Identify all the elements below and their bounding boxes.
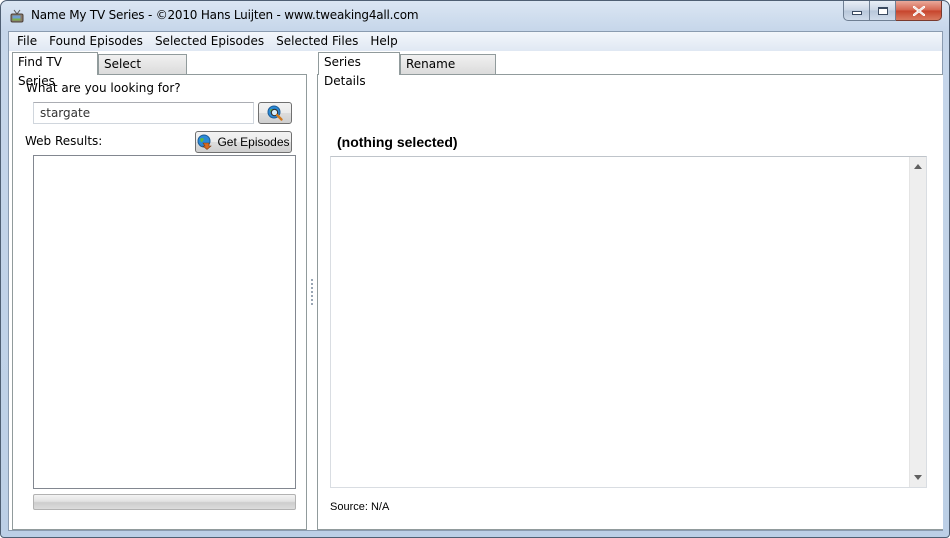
menu-help[interactable]: Help <box>364 32 403 51</box>
web-results-list[interactable] <box>33 155 296 489</box>
source-label: Source: N/A <box>330 501 390 513</box>
web-results-label: Web Results: <box>25 134 103 148</box>
tab-find-tv-series[interactable]: Find TV Series <box>12 52 98 88</box>
panel-splitter[interactable] <box>309 74 315 530</box>
get-episodes-label: Get Episodes <box>217 135 290 149</box>
caption-buttons <box>843 1 942 21</box>
vertical-scrollbar[interactable] <box>909 157 926 487</box>
series-details-textbox[interactable] <box>330 156 927 488</box>
minimize-button[interactable] <box>843 1 870 21</box>
globe-search-icon <box>267 105 283 121</box>
minimize-icon <box>851 11 862 15</box>
menu-file[interactable]: File <box>11 32 43 51</box>
series-heading: (nothing selected) <box>337 134 458 150</box>
tab-series-details[interactable]: Series Details <box>318 52 400 88</box>
search-progress-bar <box>33 494 296 510</box>
menu-bar: File Found Episodes Selected Episodes Se… <box>9 32 942 51</box>
maximize-button[interactable] <box>870 1 896 21</box>
client-area: File Found Episodes Selected Episodes Se… <box>8 31 943 531</box>
app-window: Name My TV Series - ©2010 Hans Luijten -… <box>0 0 950 538</box>
series-details-panel: (nothing selected) Source: N/A <box>317 74 943 530</box>
menu-found-episodes[interactable]: Found Episodes <box>43 32 149 51</box>
tv-icon <box>10 9 24 23</box>
get-episodes-button[interactable]: Get Episodes <box>195 131 292 153</box>
scroll-up-arrow[interactable] <box>914 164 922 169</box>
title-bar[interactable]: Name My TV Series - ©2010 Hans Luijten -… <box>1 1 949 31</box>
maximize-icon <box>877 6 888 15</box>
search-input[interactable] <box>33 102 254 124</box>
globe-download-icon <box>197 134 213 150</box>
menu-selected-episodes[interactable]: Selected Episodes <box>149 32 270 51</box>
tab-rename-scheme[interactable]: Rename Scheme <box>400 54 496 90</box>
tab-select-episodes[interactable]: Select Episodes <box>98 54 187 90</box>
window-title: Name My TV Series - ©2010 Hans Luijten -… <box>31 8 419 22</box>
scroll-down-arrow[interactable] <box>914 475 922 480</box>
close-button[interactable] <box>896 1 942 21</box>
menu-selected-files[interactable]: Selected Files <box>270 32 364 51</box>
search-button[interactable] <box>258 102 292 124</box>
close-icon <box>912 5 925 16</box>
